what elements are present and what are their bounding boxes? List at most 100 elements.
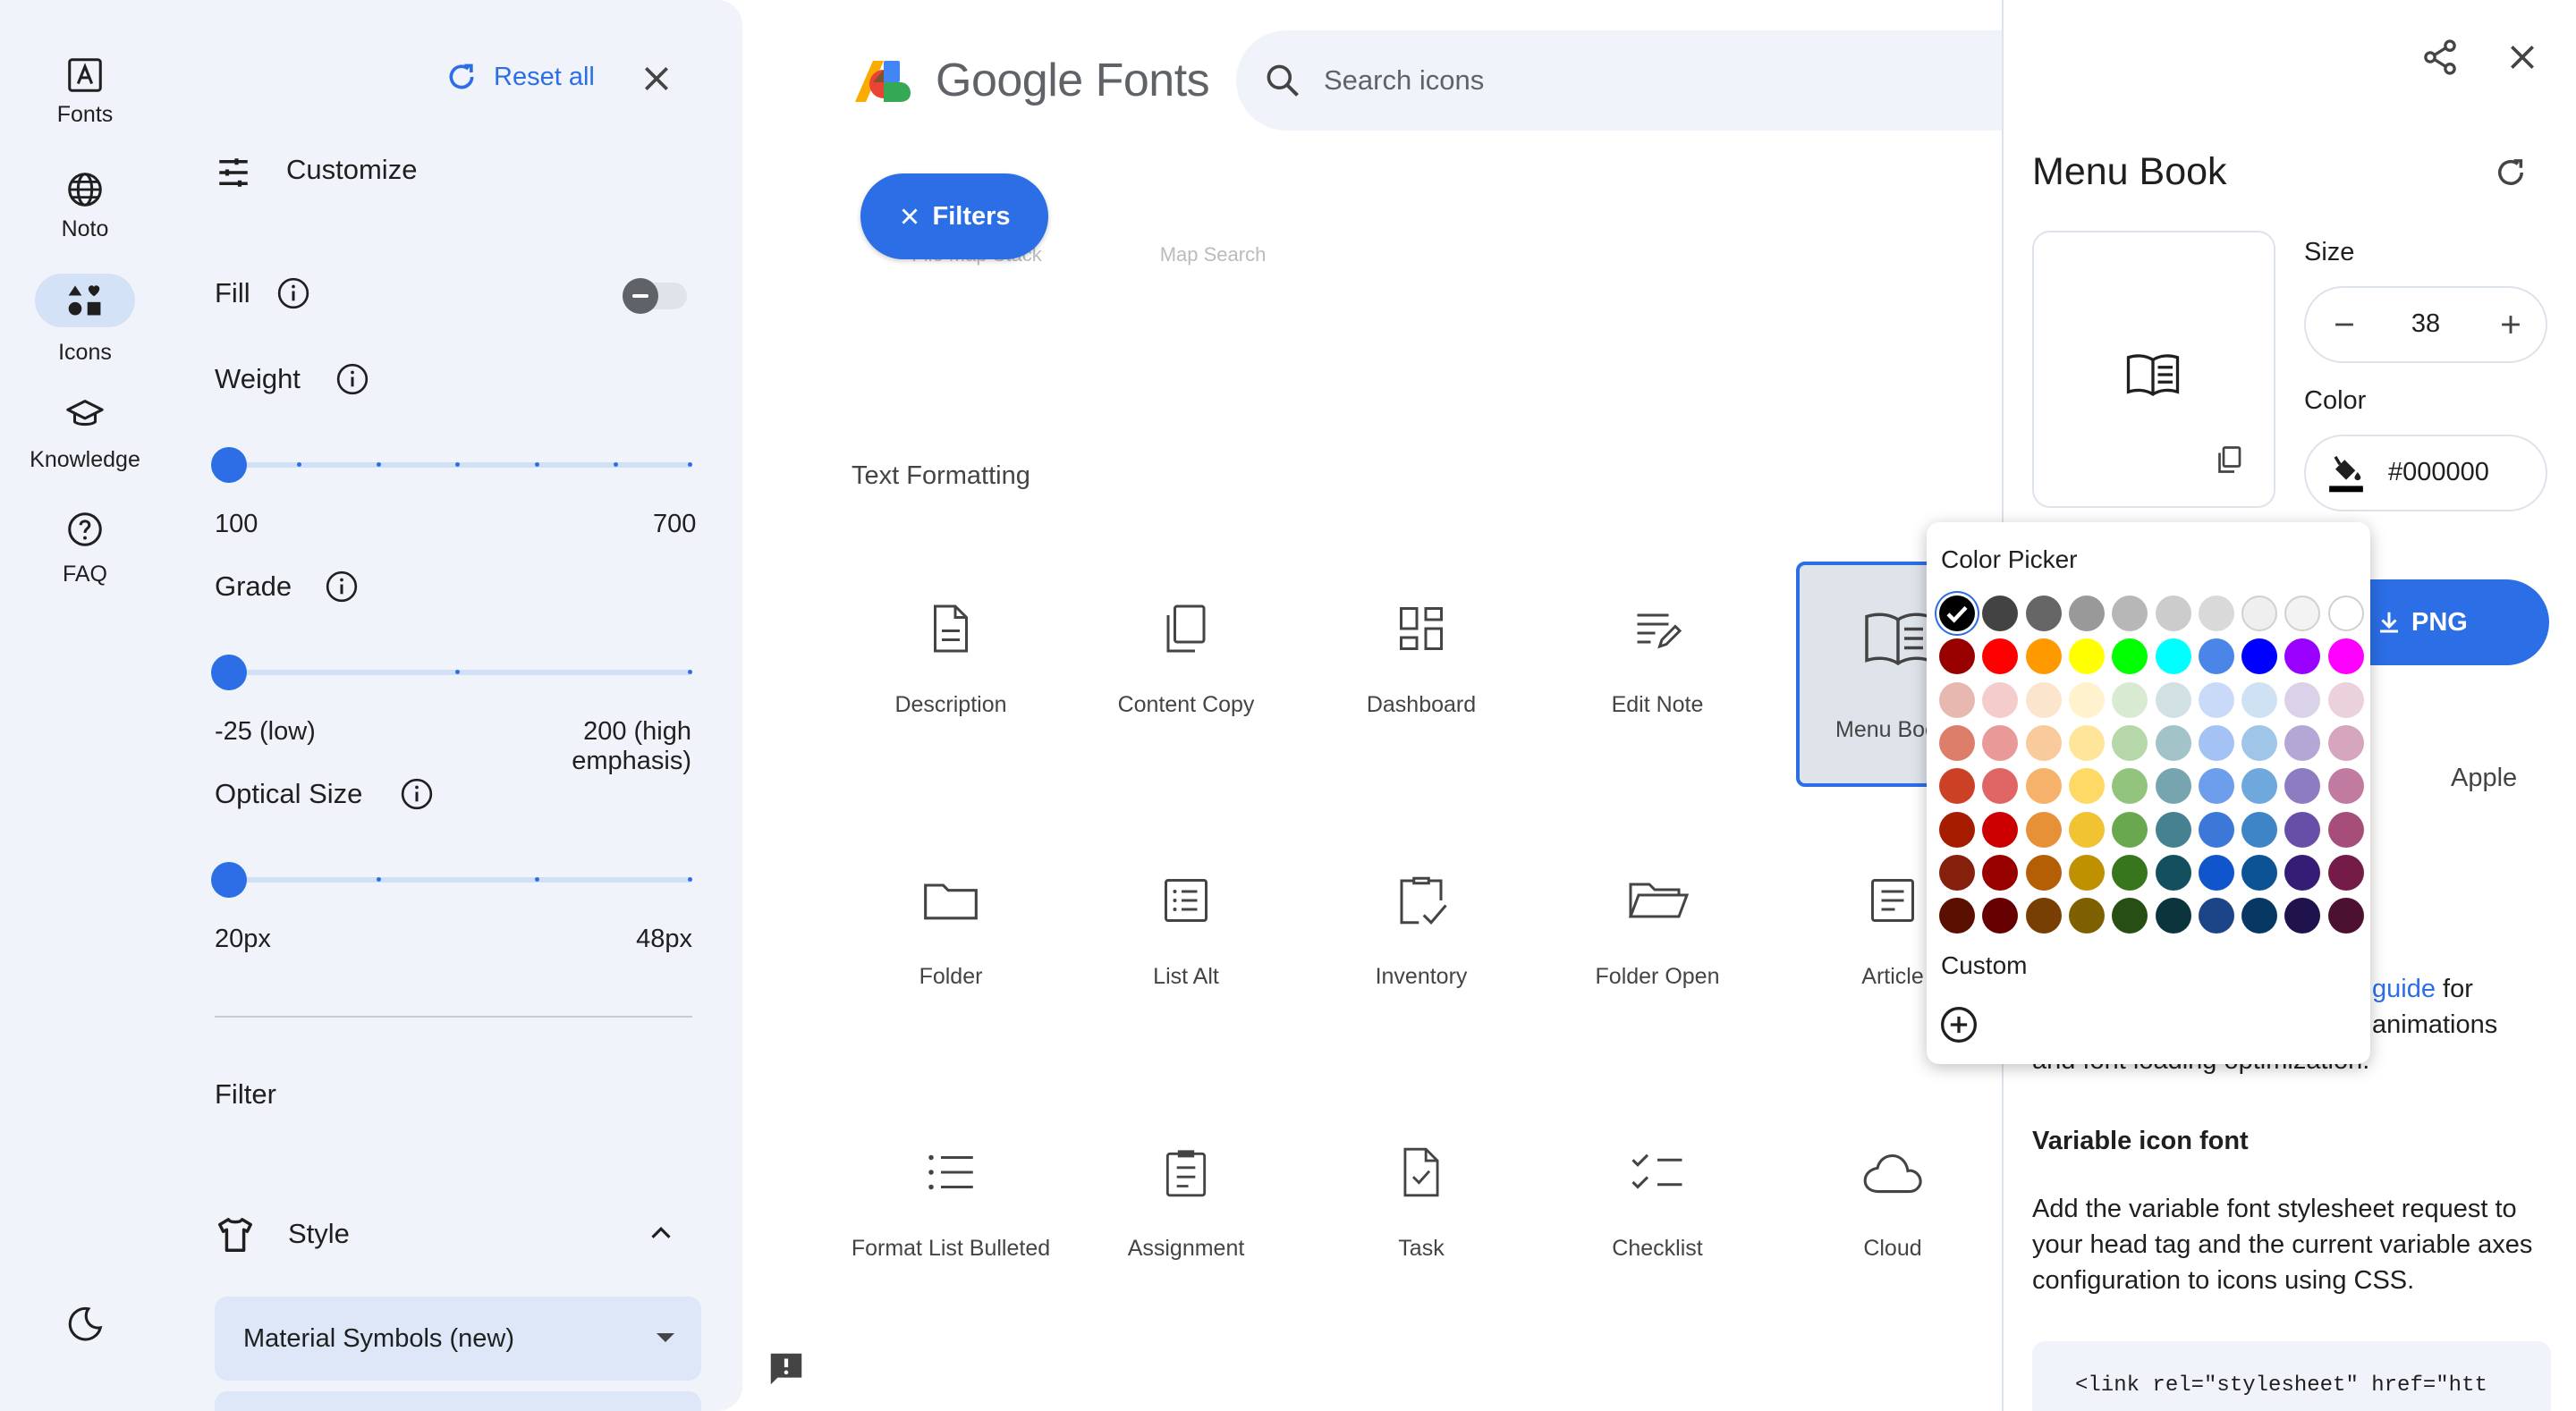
color-swatch[interactable]: [2241, 596, 2278, 631]
color-swatch[interactable]: [2068, 681, 2105, 718]
color-swatch[interactable]: [2025, 854, 2062, 891]
color-swatch[interactable]: [1982, 854, 2019, 891]
rail-item-knowledge[interactable]: Knowledge: [0, 390, 170, 473]
icon-card[interactable]: Dashboard: [1305, 579, 1538, 719]
color-swatch[interactable]: [2112, 724, 2148, 761]
tab-apple[interactable]: Apple: [2451, 764, 2517, 793]
color-swatch[interactable]: [2025, 811, 2062, 848]
search-input[interactable]: Search icons: [1324, 64, 1484, 97]
icon-card[interactable]: Assignment: [1070, 1123, 1302, 1263]
color-hex-input[interactable]: #000000: [2388, 458, 2489, 487]
color-swatch[interactable]: [2068, 854, 2105, 891]
color-swatch[interactable]: [2112, 596, 2148, 631]
color-swatch[interactable]: [2241, 724, 2278, 761]
color-swatch[interactable]: [1939, 768, 1975, 805]
color-swatch[interactable]: [2198, 898, 2234, 934]
color-swatch[interactable]: [2241, 898, 2278, 934]
color-swatch[interactable]: [2284, 638, 2321, 675]
color-swatch[interactable]: [2155, 854, 2191, 891]
close-icon[interactable]: [639, 61, 674, 97]
info-icon[interactable]: [399, 776, 435, 812]
color-swatch[interactable]: [2198, 768, 2234, 805]
color-swatch[interactable]: [2284, 898, 2321, 934]
close-icon[interactable]: [2504, 39, 2540, 75]
plus-icon[interactable]: [2496, 309, 2526, 340]
grade-slider[interactable]: [211, 655, 692, 690]
color-swatch[interactable]: [1939, 811, 1975, 848]
slider-thumb[interactable]: [211, 447, 247, 483]
color-swatch[interactable]: [2112, 898, 2148, 934]
color-swatch[interactable]: [2198, 811, 2234, 848]
color-swatch[interactable]: [2327, 596, 2364, 631]
color-swatch[interactable]: [2155, 638, 2191, 675]
color-swatch[interactable]: [2155, 596, 2191, 631]
color-swatch[interactable]: [2112, 768, 2148, 805]
color-swatch[interactable]: [2198, 596, 2234, 631]
color-swatch[interactable]: [2025, 638, 2062, 675]
color-swatch[interactable]: [2155, 681, 2191, 718]
color-swatch[interactable]: [2327, 638, 2364, 675]
style-select[interactable]: Material Symbols (new): [215, 1297, 701, 1381]
color-swatch[interactable]: [2155, 768, 2191, 805]
color-swatch[interactable]: [1982, 768, 2019, 805]
color-swatch[interactable]: [2198, 638, 2234, 675]
color-swatch[interactable]: [2284, 596, 2321, 631]
color-swatch[interactable]: [2112, 681, 2148, 718]
color-swatch[interactable]: [2068, 638, 2105, 675]
color-swatch[interactable]: [2025, 724, 2062, 761]
slider-thumb[interactable]: [211, 862, 247, 898]
color-swatch[interactable]: [2327, 768, 2364, 805]
color-swatch[interactable]: [2068, 596, 2105, 631]
rail-item-fonts[interactable]: Fonts: [0, 48, 170, 128]
rail-item-noto[interactable]: Noto: [0, 163, 170, 242]
chevron-up-icon[interactable]: [644, 1216, 678, 1250]
color-swatch[interactable]: [1982, 811, 2019, 848]
info-icon[interactable]: [324, 569, 360, 604]
color-swatch[interactable]: [2068, 898, 2105, 934]
color-swatch[interactable]: [2284, 681, 2321, 718]
color-swatch[interactable]: [2327, 724, 2364, 761]
color-swatch[interactable]: [1982, 898, 2019, 934]
code-block[interactable]: <link rel="stylesheet" href="htt: [2032, 1341, 2551, 1411]
color-swatch[interactable]: [2198, 854, 2234, 891]
color-swatch[interactable]: [2025, 768, 2062, 805]
icon-card[interactable]: Task: [1305, 1123, 1538, 1263]
color-swatch[interactable]: [2112, 854, 2148, 891]
color-swatch[interactable]: [1939, 898, 1975, 934]
color-swatch[interactable]: [2241, 811, 2278, 848]
color-swatch[interactable]: [2241, 681, 2278, 718]
color-swatch[interactable]: [1939, 854, 1975, 891]
weight-slider[interactable]: [211, 447, 692, 483]
feedback-icon[interactable]: [766, 1348, 807, 1390]
color-swatch[interactable]: [2112, 811, 2148, 848]
color-swatch[interactable]: [2327, 898, 2364, 934]
color-swatch[interactable]: [2327, 681, 2364, 718]
color-swatch-selected[interactable]: [1939, 596, 1975, 631]
color-swatch[interactable]: [1939, 724, 1975, 761]
icon-card[interactable]: Content Copy: [1070, 579, 1302, 719]
size-stepper[interactable]: 38: [2304, 286, 2547, 363]
color-swatch[interactable]: [2155, 898, 2191, 934]
moon-icon[interactable]: [64, 1304, 106, 1345]
icon-card[interactable]: Edit Note: [1541, 579, 1774, 719]
icon-card[interactable]: Checklist: [1541, 1123, 1774, 1263]
color-swatch[interactable]: [2155, 811, 2191, 848]
paint-bucket-icon[interactable]: [2327, 451, 2365, 494]
icon-card[interactable]: Format List Bulleted: [835, 1123, 1067, 1263]
color-swatch[interactable]: [2155, 724, 2191, 761]
reset-all-button[interactable]: Reset all: [444, 59, 595, 95]
optical-size-slider[interactable]: [211, 862, 692, 898]
icon-card[interactable]: Description: [835, 579, 1067, 719]
icon-card[interactable]: Folder: [835, 851, 1067, 991]
color-swatch[interactable]: [1982, 638, 2019, 675]
share-icon[interactable]: [2420, 38, 2460, 77]
rail-item-faq[interactable]: FAQ: [0, 504, 170, 587]
color-swatch[interactable]: [2198, 681, 2234, 718]
color-field[interactable]: #000000: [2304, 435, 2547, 511]
color-swatch[interactable]: [2284, 768, 2321, 805]
color-swatch[interactable]: [2025, 681, 2062, 718]
color-swatch[interactable]: [1982, 681, 2019, 718]
filters-button[interactable]: Filters: [860, 173, 1048, 259]
add-circle-icon[interactable]: [1939, 1005, 1979, 1044]
icon-card[interactable]: Cloud: [1776, 1123, 2009, 1263]
